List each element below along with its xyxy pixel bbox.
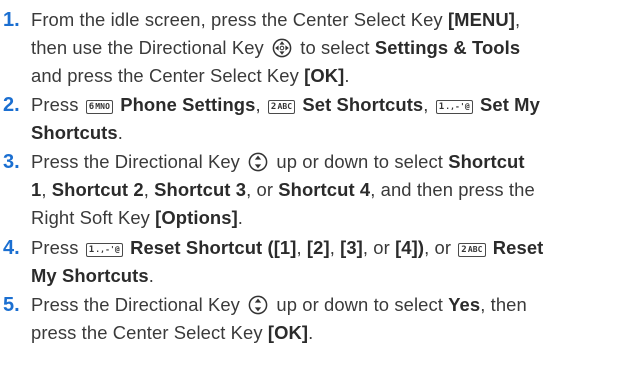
step-2-line-1: Press 6 MNO Phone Settings, 2 ABC Set Shor… [31,94,540,115]
step-1-line-2: then use the Directional Key to select S… [31,37,521,58]
key-1-symbols-icon: 1 .,-'@ [85,243,123,257]
step-number: 1. [3,9,20,31]
step-4-line-2: My Shortcuts. [31,265,154,286]
instruction-document: 1. From the idle screen, press the Cente… [0,0,635,381]
key-6-mno-icon: 6 MNO [85,100,113,114]
step-4-line-1: Press 1 .,-'@ Reset Shortcut ([1], [2], [… [31,237,544,258]
step-number: 3. [3,151,20,173]
key-2-abc-icon: 2 ABC [267,100,296,114]
step-5-line-1: Press the Directional Key up or down to … [31,294,527,315]
step-5-line-2: press the Center Select Key [OK]. [31,322,314,343]
step-number: 4. [3,237,20,259]
step-number: 5. [3,294,20,316]
directional-key-up-down-icon [248,295,268,315]
directional-key-four-way-icon [272,38,292,58]
key-2-abc-icon: 2 ABC [458,243,486,257]
step-1-line-3: and press the Center Select Key [OK]. [31,65,350,86]
key-1-symbols-icon: 1 .,-'@ [435,100,473,114]
step-3-line-1: Press the Directional Key up or down to … [31,151,525,172]
step-2-line-2: Shortcuts. [31,122,123,143]
step-1-line-1: From the idle screen, press the Center S… [31,9,521,30]
step-number: 2. [3,94,20,116]
step-3-line-2: 1, Shortcut 2, Shortcut 3, or Shortcut 4… [31,179,535,200]
step-3-line-3: Right Soft Key [Options]. [31,207,244,228]
directional-key-up-down-icon [248,152,268,172]
